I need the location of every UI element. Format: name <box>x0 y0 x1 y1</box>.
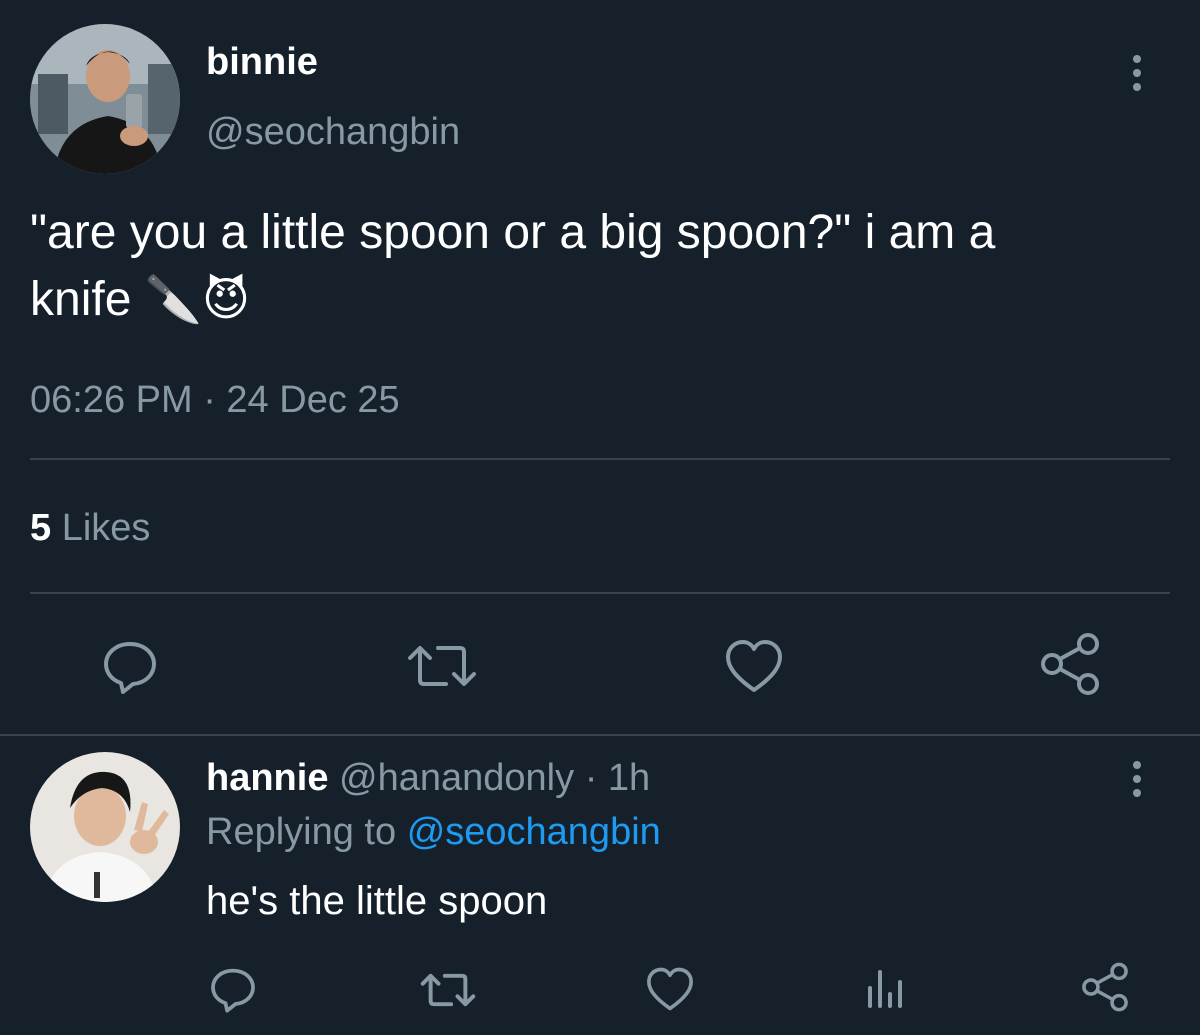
user-handle[interactable]: @seochangbin <box>206 110 460 154</box>
like-icon[interactable] <box>722 636 786 696</box>
avatar-photo <box>30 752 180 902</box>
more-options-icon[interactable] <box>1126 54 1148 94</box>
knife-emoji: 🔪 <box>144 273 203 325</box>
tweet-timestamp[interactable]: 06:26 PM · 24 Dec 25 <box>30 378 400 422</box>
devil-emoji: 😈 <box>202 273 250 325</box>
reply-separator: · <box>584 757 598 799</box>
retweet-icon[interactable] <box>404 636 480 696</box>
analytics-icon[interactable] <box>864 966 906 1010</box>
reply-reply-icon[interactable] <box>208 964 258 1014</box>
reply-icon[interactable] <box>100 636 160 696</box>
avatar-binnie[interactable] <box>30 24 180 174</box>
tweet-text-line-1: "are you a little spoon or a big spoon?"… <box>30 206 996 259</box>
divider-top <box>30 458 1170 460</box>
replying-to-handle-link[interactable]: @seochangbin <box>407 811 661 853</box>
reply-more-options-icon[interactable] <box>1126 760 1148 800</box>
reply-retweet-icon[interactable] <box>418 966 478 1014</box>
likes-count: 5 <box>30 507 52 549</box>
divider-bottom <box>30 592 1170 594</box>
reply-text: he's the little spoon <box>206 879 548 923</box>
reply-header: hannie @hanandonly · 1h <box>206 756 650 800</box>
reply-time[interactable]: 1h <box>608 757 650 799</box>
avatar-photo <box>30 24 180 174</box>
replying-to: Replying to @seochangbin <box>206 810 661 854</box>
share-icon[interactable] <box>1038 632 1102 696</box>
display-name[interactable]: binnie <box>206 40 318 84</box>
likes-stat[interactable]: 5 Likes <box>30 506 150 550</box>
tweet-text-knife-word: knife <box>30 273 132 326</box>
divider-thread <box>0 734 1200 736</box>
tweet-text-line-2: knife 🔪😈 <box>30 270 250 329</box>
reply-display-name[interactable]: hannie <box>206 757 328 799</box>
avatar-hannie[interactable] <box>30 752 180 902</box>
replying-to-label: Replying to <box>206 811 397 853</box>
likes-label: Likes <box>61 507 151 549</box>
reply-like-icon[interactable] <box>644 964 696 1014</box>
reply-user-handle[interactable]: @hanandonly <box>339 757 574 799</box>
reply-share-icon[interactable] <box>1080 962 1130 1012</box>
